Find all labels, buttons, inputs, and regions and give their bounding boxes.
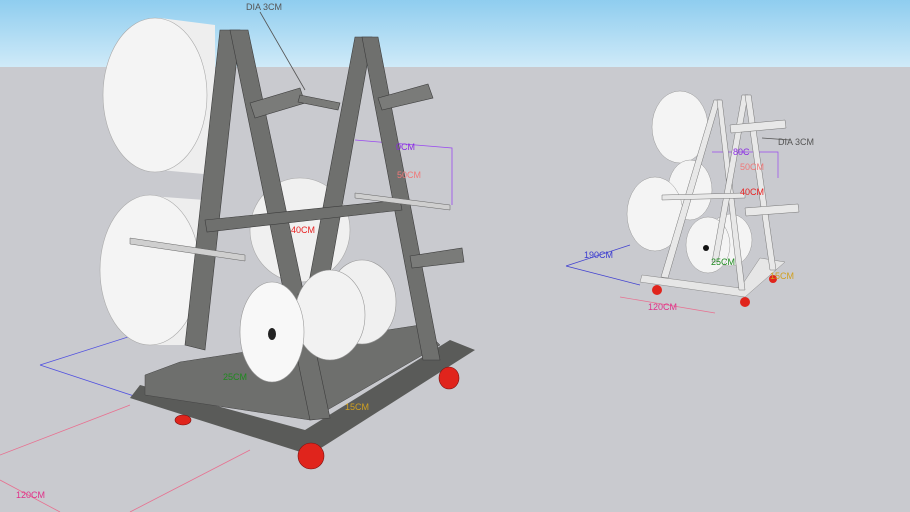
small-base-edge-label: 15CM [770, 271, 794, 281]
small-spacing-label: 50CM [740, 162, 764, 172]
3d-viewport[interactable]: DIA 3CM 0CM 50CM 40CM 25CM 15CM 120CM DI… [0, 0, 910, 512]
large-length-label: 120CM [16, 490, 45, 500]
large-base-height-label: 25CM [223, 372, 247, 382]
large-base-edge-label: 15CM [345, 402, 369, 412]
small-width-label: 80C [733, 147, 750, 157]
large-width-label: 0CM [396, 142, 415, 152]
roll-top-left [102, 17, 215, 175]
small-length-label: 120CM [648, 302, 677, 312]
small-dia-label: DIA 3CM [778, 137, 814, 147]
large-dia-label: DIA 3CM [246, 2, 282, 12]
small-base-height-label: 25CM [711, 257, 735, 267]
small-arm-height-label: 40CM [740, 187, 764, 197]
large-spacing-label: 50CM [397, 170, 421, 180]
small-depth-label: 190CM [584, 250, 613, 260]
large-arm-height-label: 40CM [291, 225, 315, 235]
